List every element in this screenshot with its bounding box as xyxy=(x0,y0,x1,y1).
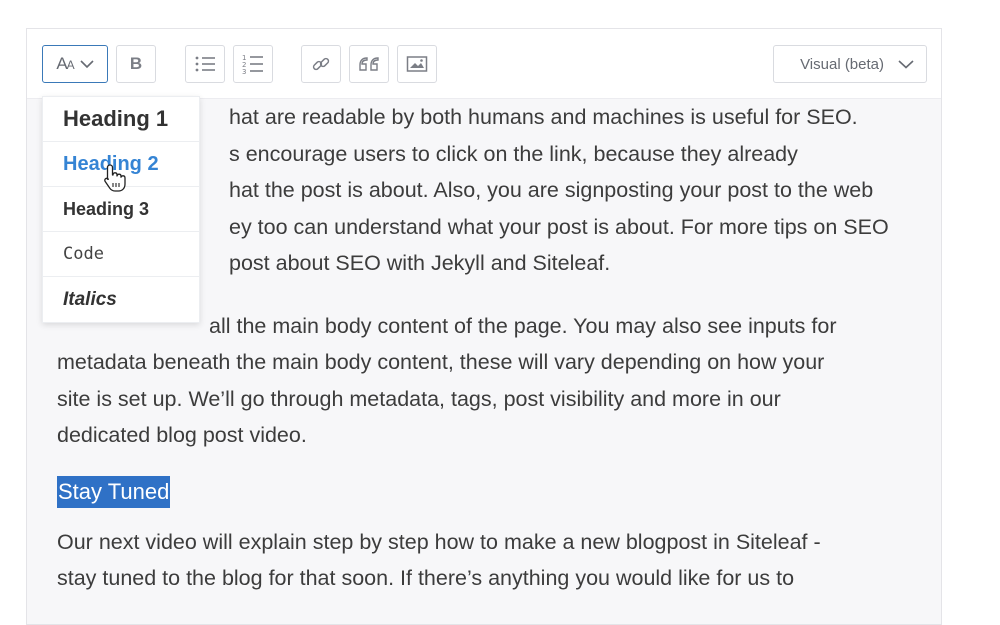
bullet-list-button[interactable] xyxy=(185,45,225,83)
image-icon xyxy=(406,56,428,72)
format-option-heading-3[interactable]: Heading 3 xyxy=(43,187,199,232)
numbered-list-button[interactable]: 1 2 3 xyxy=(233,45,273,83)
editor-mode-label: Visual (beta) xyxy=(800,55,884,73)
text-line: hat are readable by both humans and mach… xyxy=(229,105,858,129)
format-option-italics[interactable]: Italics xyxy=(43,277,199,322)
text-line: site is set up. We’ll go through metadat… xyxy=(57,386,781,411)
numbered-list-icon: 1 2 3 xyxy=(242,54,263,75)
format-icon: AA xyxy=(56,54,74,73)
paragraph: all the main body content of the page. Y… xyxy=(57,308,917,454)
hand-pointer-icon xyxy=(104,164,126,192)
text-line: s encourage users to click on the link, … xyxy=(229,141,798,166)
editor-mode-select[interactable]: Visual (beta) xyxy=(773,45,927,83)
bold-icon: B xyxy=(129,54,143,73)
format-menu: Heading 1 Heading 2 Heading 3 Code Itali… xyxy=(42,96,200,323)
bold-button[interactable]: B xyxy=(116,45,156,83)
text-line: hat the post is about. Also, you are sig… xyxy=(229,178,874,202)
text-line: post about SEO with Jekyll and Siteleaf. xyxy=(229,251,611,275)
bullet-list-icon xyxy=(195,56,215,72)
chevron-down-icon xyxy=(898,60,914,69)
text-line: Our next video will explain step by step… xyxy=(57,529,821,554)
paragraph: Our next video will explain step by step… xyxy=(57,524,917,597)
format-option-heading-1[interactable]: Heading 1 xyxy=(43,97,199,142)
link-button[interactable] xyxy=(301,45,341,83)
text-line: metadata beneath the main body content, … xyxy=(57,350,825,374)
selected-heading-text[interactable]: Stay Tuned xyxy=(57,475,171,508)
quote-icon xyxy=(359,57,379,71)
text-line: dedicated blog post video. xyxy=(57,423,307,447)
svg-text:3: 3 xyxy=(242,68,246,75)
quote-button[interactable] xyxy=(349,45,389,83)
link-icon xyxy=(312,57,330,71)
format-option-code[interactable]: Code xyxy=(43,232,199,277)
text-line: stay tuned to the blog for that soon. If… xyxy=(57,566,795,590)
editor-toolbar: AA B 1 2 3 Visual (beta) xyxy=(27,29,941,99)
text-line: ey too can understand what your post is … xyxy=(229,214,889,239)
image-button[interactable] xyxy=(397,45,437,83)
section-heading: Stay Tuned xyxy=(57,470,917,524)
chevron-down-icon xyxy=(80,60,94,69)
format-dropdown-button[interactable]: AA xyxy=(42,45,108,83)
